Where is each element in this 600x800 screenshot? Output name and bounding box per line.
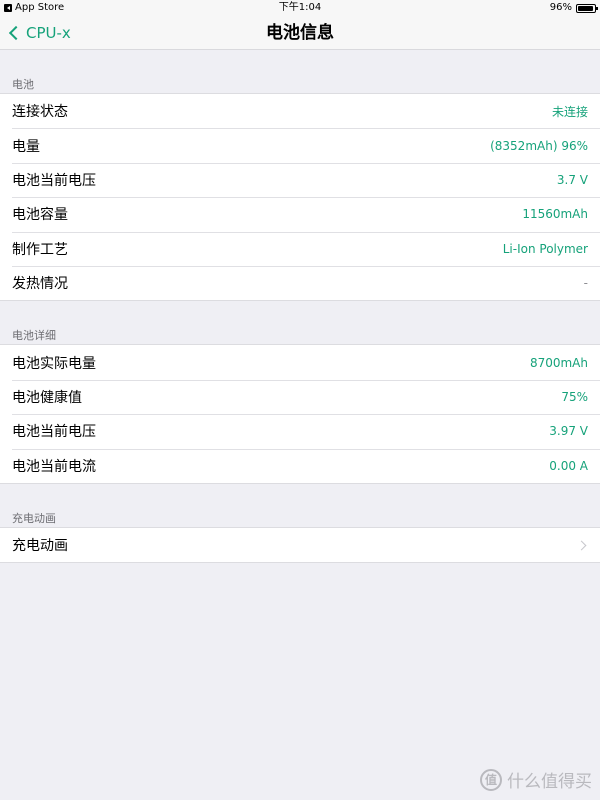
row-value: - xyxy=(583,276,588,291)
row-charge: 电量 (8352mAh) 96% xyxy=(0,128,600,162)
watermark: 值 什么值得买 xyxy=(480,767,592,792)
section-header-battery-detail: 电池详细 xyxy=(12,329,56,343)
section-header-charge-animation: 充电动画 xyxy=(12,511,56,525)
row-current-voltage: 电池当前电压 3.97 V xyxy=(0,414,600,448)
row-capacity: 电池容量 11560mAh xyxy=(0,197,600,231)
row-value: (8352mAh) 96% xyxy=(490,138,588,153)
row-value: Li-Ion Polymer xyxy=(502,241,588,256)
row-charge-animation[interactable]: 充电动画 xyxy=(0,528,600,562)
row-connection-status: 连接状态 未连接 xyxy=(0,94,600,128)
battery-detail-group: 电池实际电量 8700mAh 电池健康值 75% 电池当前电压 3.97 V 电… xyxy=(0,344,600,484)
row-label: 制作工艺 xyxy=(12,241,68,258)
row-health: 电池健康值 75% xyxy=(0,379,600,414)
row-current-amperage: 电池当前电流 0.00 A xyxy=(0,448,600,483)
row-label: 电池容量 xyxy=(12,207,68,224)
row-actual-capacity: 电池实际电量 8700mAh xyxy=(0,345,600,379)
watermark-logo-icon: 值 xyxy=(480,768,502,791)
section-header-battery: 电池 xyxy=(12,78,34,91)
row-value: 3.97 V xyxy=(549,424,588,439)
row-label: 电量 xyxy=(12,138,40,155)
row-label: 充电动画 xyxy=(12,538,68,555)
chevron-right-icon xyxy=(576,540,587,551)
row-value: 11560mAh xyxy=(522,207,588,222)
battery-percent: 96% xyxy=(549,2,572,13)
watermark-text: 什么值得买 xyxy=(507,772,592,792)
status-bar: App Store 下午1:04 96% xyxy=(0,0,600,16)
row-temperature: 发热情况 - xyxy=(0,265,600,300)
battery-fill xyxy=(578,5,594,11)
row-label: 电池实际电量 xyxy=(12,355,96,372)
battery-icon xyxy=(576,3,598,13)
status-time: 下午1:04 xyxy=(278,2,322,13)
row-label: 电池当前电压 xyxy=(12,172,96,189)
row-value: 75% xyxy=(561,389,588,404)
row-value: 未连接 xyxy=(551,104,588,119)
row-label: 发热情况 xyxy=(12,276,68,293)
row-value: 0.00 A xyxy=(549,458,588,473)
page-title: 电池信息 xyxy=(266,23,334,43)
row-value: 8700mAh xyxy=(529,355,588,370)
row-label: 电池当前电流 xyxy=(12,458,96,475)
row-voltage: 电池当前电压 3.7 V xyxy=(0,162,600,197)
row-technology: 制作工艺 Li-Ion Polymer xyxy=(0,231,600,266)
row-value: 3.7 V xyxy=(556,172,588,187)
battery-group: 连接状态 未连接 电量 (8352mAh) 96% 电池当前电压 3.7 V 电… xyxy=(0,93,600,302)
charge-animation-group: 充电动画 xyxy=(0,526,600,564)
row-label: 电池健康值 xyxy=(12,389,82,406)
row-label: 电池当前电压 xyxy=(12,424,96,441)
row-label: 连接状态 xyxy=(12,104,68,121)
status-battery: 96% xyxy=(549,0,598,16)
navigation-bar: CPU-x 电池信息 xyxy=(0,16,600,50)
